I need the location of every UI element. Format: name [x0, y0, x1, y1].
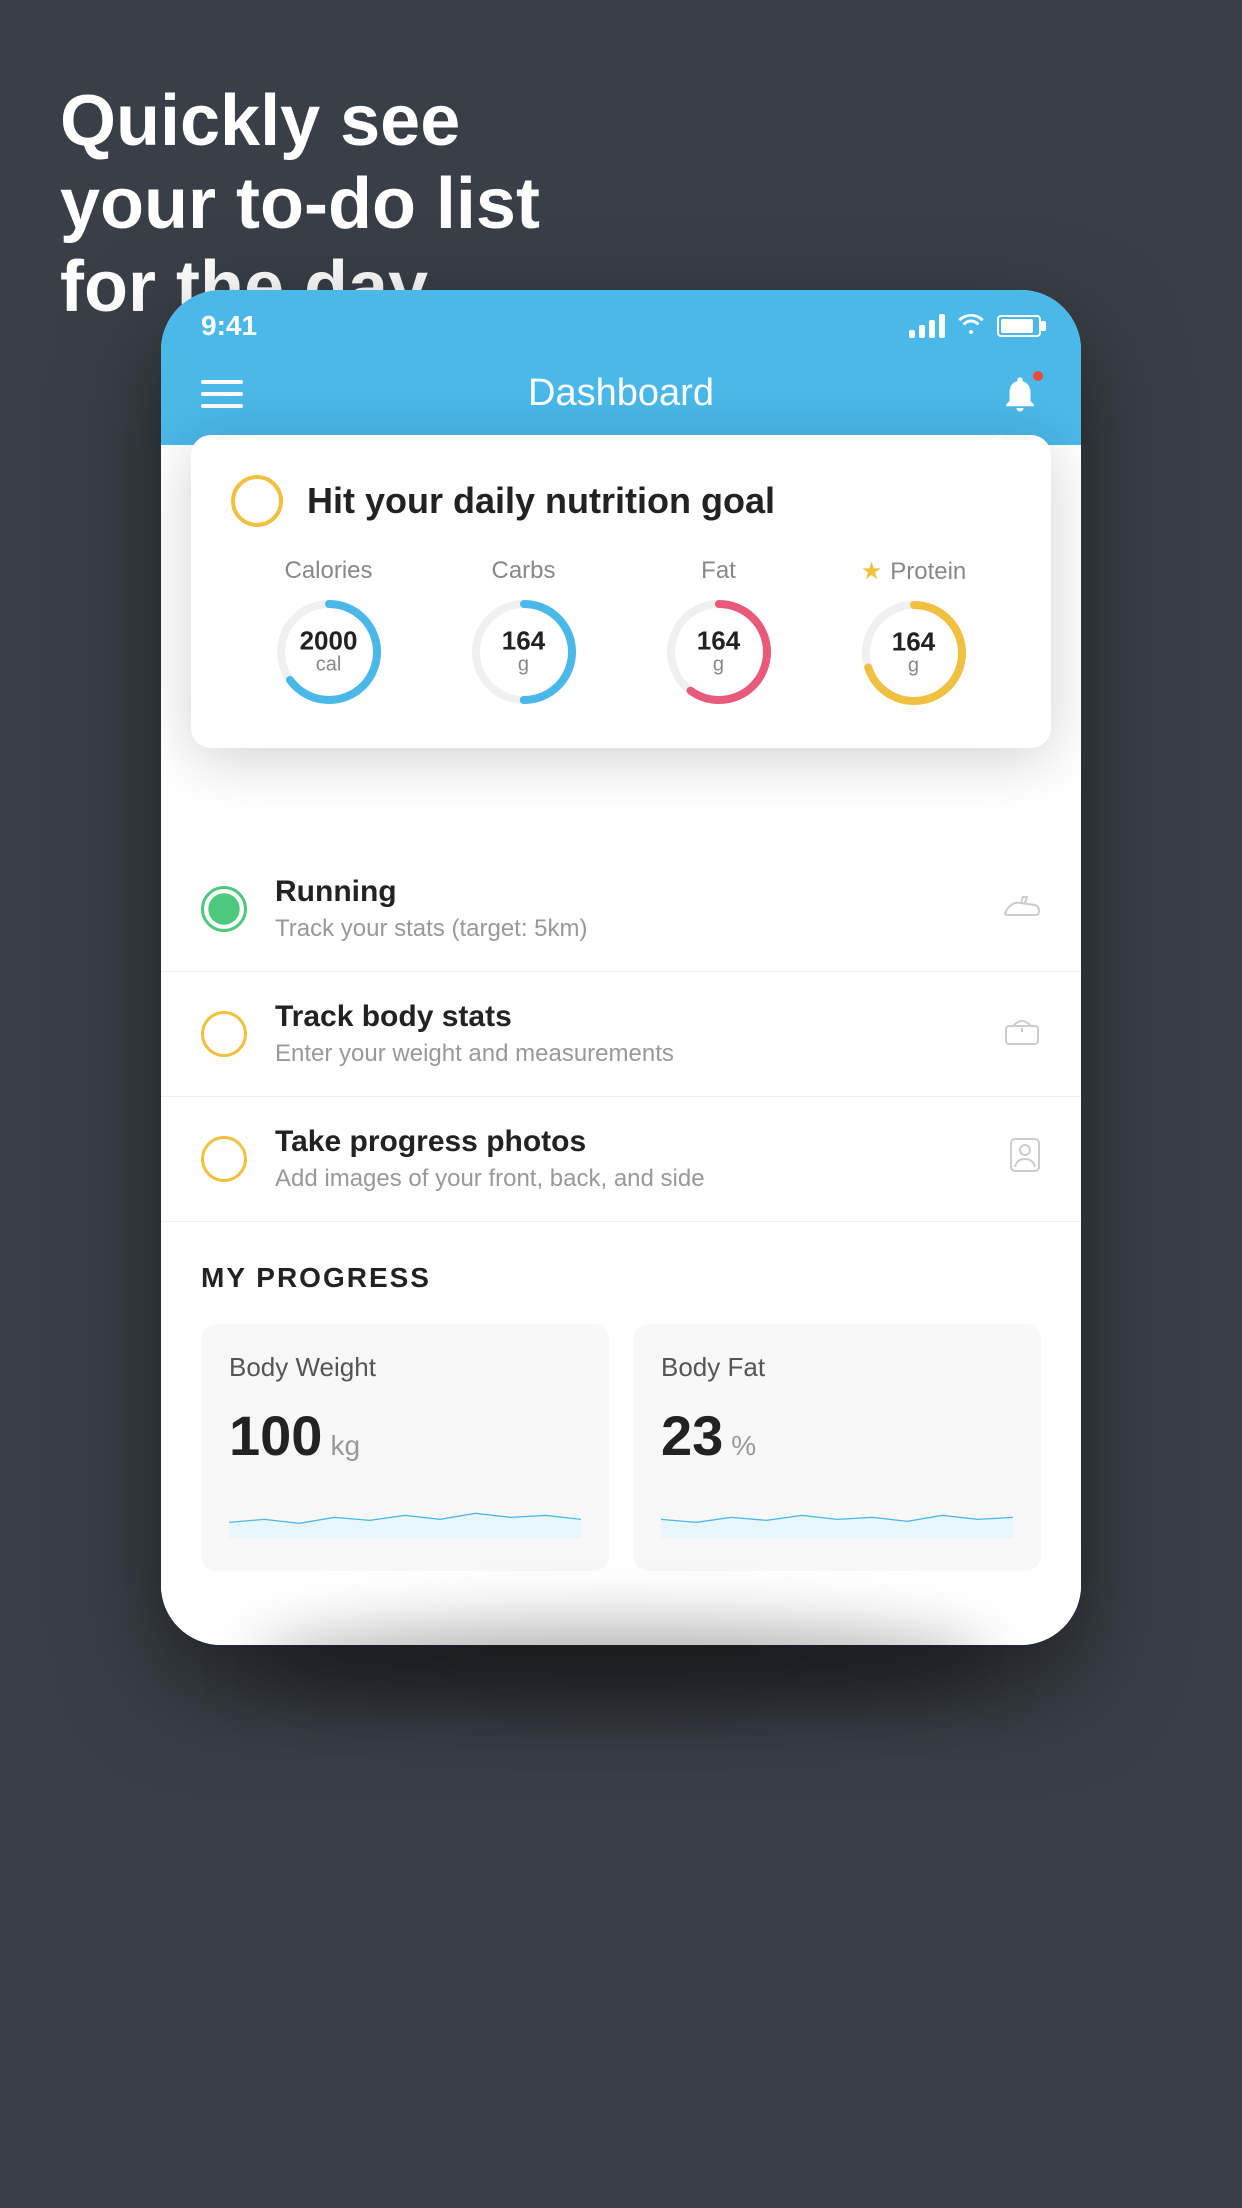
- progress-card-body-fat[interactable]: Body Fat 23 %: [633, 1324, 1041, 1571]
- donut-center: 164 g: [502, 628, 545, 677]
- progress-value: 23 %: [661, 1403, 1013, 1468]
- nutrition-item-calories: Calories 2000 cal: [274, 557, 384, 707]
- todo-subtitle-progress-photos: Add images of your front, back, and side: [275, 1165, 981, 1193]
- todo-icon-running: [1003, 888, 1041, 930]
- signal-icon: [909, 314, 945, 338]
- todo-circle-progress-photos: [201, 1136, 247, 1182]
- nutrition-label-carbs: Carbs: [491, 557, 555, 585]
- nutrition-label-row: ★Protein: [861, 557, 967, 586]
- donut-calories: 2000 cal: [274, 597, 384, 707]
- todo-subtitle-body-stats: Enter your weight and measurements: [275, 1040, 975, 1068]
- nutrition-item-protein: ★Protein 164 g: [859, 557, 969, 708]
- nutrition-card: Hit your daily nutrition goal Calories 2…: [191, 435, 1051, 748]
- nutrition-item-fat: Fat 164 g: [664, 557, 774, 707]
- progress-value: 100 kg: [229, 1403, 581, 1468]
- donut-center: 164 g: [697, 628, 740, 677]
- phone-body: THINGS TO DO TODAY Hit your daily nutrit…: [161, 445, 1081, 1645]
- todo-item-body-stats[interactable]: Track body stats Enter your weight and m…: [161, 972, 1081, 1097]
- star-icon: ★: [861, 557, 883, 586]
- status-time: 9:41: [201, 310, 257, 342]
- nutrition-label-row: Fat: [701, 557, 736, 585]
- notification-button[interactable]: [999, 373, 1041, 415]
- sparkline: [229, 1488, 581, 1538]
- progress-unit: %: [731, 1430, 756, 1462]
- phone-wrapper: 9:41 Dashboard: [161, 290, 1081, 1645]
- nutrition-label-calories: Calories: [284, 557, 372, 585]
- todo-title-progress-photos: Take progress photos: [275, 1125, 981, 1159]
- progress-card-title: Body Fat: [661, 1352, 1013, 1383]
- notification-dot: [1031, 369, 1045, 383]
- battery-icon: [997, 315, 1041, 337]
- status-icons: [909, 311, 1041, 342]
- todo-item-running[interactable]: Running Track your stats (target: 5km): [161, 847, 1081, 972]
- todo-text-body-stats: Track body stats Enter your weight and m…: [275, 1000, 975, 1068]
- nutrition-row: Calories 2000 cal Carbs 164: [231, 557, 1011, 708]
- progress-section: MY PROGRESS Body Weight 100 kg Body Fat …: [161, 1222, 1081, 1611]
- todo-title-running: Running: [275, 875, 975, 909]
- progress-card-body-weight[interactable]: Body Weight 100 kg: [201, 1324, 609, 1571]
- donut-center: 164 g: [892, 629, 935, 678]
- status-bar: 9:41: [161, 290, 1081, 352]
- donut-value: 164: [502, 628, 545, 654]
- donut-center: 2000 cal: [300, 628, 358, 677]
- todo-circle-body-stats: [201, 1011, 247, 1057]
- donut-value: 2000: [300, 628, 358, 654]
- todo-subtitle-running: Track your stats (target: 5km): [275, 915, 975, 943]
- donut-protein: 164 g: [859, 598, 969, 708]
- progress-number: 23: [661, 1403, 723, 1468]
- todo-item-progress-photos[interactable]: Take progress photos Add images of your …: [161, 1097, 1081, 1222]
- hero-line2: your to-do list: [60, 163, 540, 246]
- nutrition-label-protein: Protein: [890, 558, 966, 586]
- donut-unit: g: [502, 654, 545, 677]
- header-title: Dashboard: [528, 372, 714, 415]
- nutrition-label-row: Carbs: [491, 557, 555, 585]
- donut-value: 164: [892, 629, 935, 655]
- todo-circle-running: [201, 886, 247, 932]
- nutrition-item-carbs: Carbs 164 g: [469, 557, 579, 707]
- phone: 9:41 Dashboard: [161, 290, 1081, 1645]
- donut-unit: g: [697, 654, 740, 677]
- progress-cards: Body Weight 100 kg Body Fat 23 %: [201, 1324, 1041, 1571]
- todo-text-running: Running Track your stats (target: 5km): [275, 875, 975, 943]
- progress-unit: kg: [330, 1430, 360, 1462]
- donut-fat: 164 g: [664, 597, 774, 707]
- todo-icon-progress-photos: [1009, 1137, 1041, 1182]
- donut-unit: cal: [300, 654, 358, 677]
- nutrition-check-circle: [231, 475, 283, 527]
- sparkline: [661, 1488, 1013, 1538]
- nutrition-card-title: Hit your daily nutrition goal: [307, 480, 775, 522]
- nutrition-label-fat: Fat: [701, 557, 736, 585]
- progress-card-title: Body Weight: [229, 1352, 581, 1383]
- donut-value: 164: [697, 628, 740, 654]
- todo-icon-body-stats: [1003, 1013, 1041, 1055]
- nutrition-card-header: Hit your daily nutrition goal: [231, 475, 1011, 527]
- todo-text-progress-photos: Take progress photos Add images of your …: [275, 1125, 981, 1193]
- app-header: Dashboard: [161, 352, 1081, 445]
- menu-button[interactable]: [201, 380, 243, 408]
- wifi-icon: [957, 311, 985, 342]
- donut-unit: g: [892, 655, 935, 678]
- progress-section-title: MY PROGRESS: [201, 1262, 1041, 1294]
- nutrition-label-row: Calories: [284, 557, 372, 585]
- todo-title-body-stats: Track body stats: [275, 1000, 975, 1034]
- hero-line1: Quickly see: [60, 80, 540, 163]
- progress-number: 100: [229, 1403, 322, 1468]
- donut-carbs: 164 g: [469, 597, 579, 707]
